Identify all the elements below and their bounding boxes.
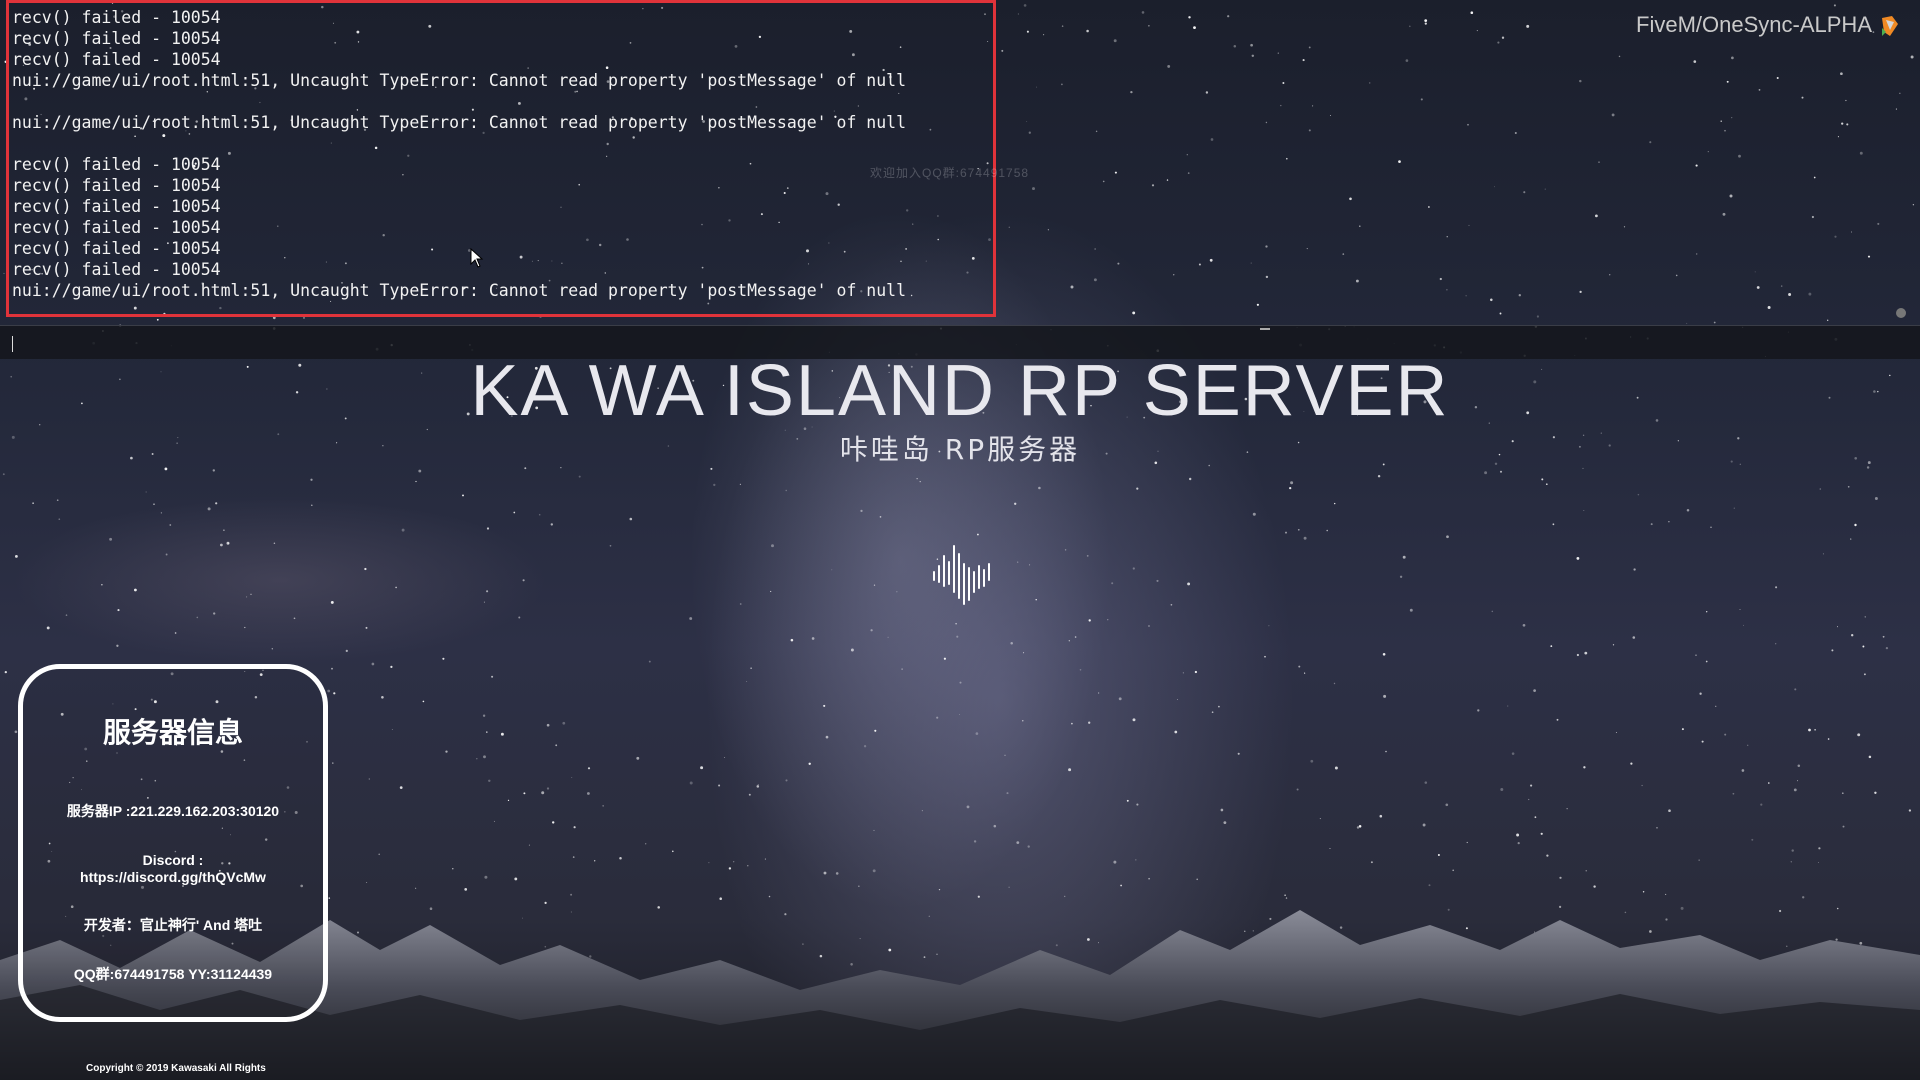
discord-link[interactable]: https://discord.gg/thQVcMw xyxy=(33,869,313,886)
console-line: recv() failed - 10054 xyxy=(12,8,221,27)
audio-wave-icon xyxy=(933,545,990,605)
console-line: recv() failed - 10054 xyxy=(12,155,221,174)
console-scrollbar[interactable] xyxy=(1898,0,1908,318)
server-ip-text: 服务器IP :221.229.162.203:30120 xyxy=(66,803,280,819)
console-line: recv() failed - 10054 xyxy=(12,197,221,216)
developers-text: 开发者：官止神行' And 塔吐 xyxy=(83,917,263,933)
server-title: KA WA ISLAND RP SERVER xyxy=(470,351,1450,431)
contact-text: QQ群:674491758 YY:31124439 xyxy=(73,966,273,982)
build-label: FiveM/OneSync-ALPHA xyxy=(1636,12,1872,37)
console-line: recv() failed - 10054 xyxy=(12,260,221,279)
divider-mark xyxy=(1260,328,1270,330)
server-subtitle: 咔哇岛 RP服务器 xyxy=(839,433,1081,466)
console-scrollbar-thumb[interactable] xyxy=(1896,308,1906,318)
console-line: recv() failed - 10054 xyxy=(12,50,221,69)
mouse-cursor-icon xyxy=(470,248,484,268)
console-log-panel: recv() failed - 10054 recv() failed - 100… xyxy=(6,0,996,317)
console-line: nui://game/ui/root.html:51, Uncaught Typ… xyxy=(12,281,907,300)
console-line: recv() failed - 10054 xyxy=(12,29,221,48)
discord-label: Discord : xyxy=(142,852,204,868)
info-panel-title: 服务器信息 xyxy=(102,716,243,749)
server-info-panel: 服务器信息 服务器IP :221.229.162.203:30120 Disco… xyxy=(18,664,328,1022)
watermark-text: 欢迎加入QQ群:674491758 xyxy=(870,166,1030,180)
console-line: nui://game/ui/root.html:51, Uncaught Typ… xyxy=(12,71,907,90)
console-line: recv() failed - 10054 xyxy=(12,218,221,237)
console-line: recv() failed - 10054 xyxy=(12,239,221,258)
console-line: recv() failed - 10054 xyxy=(12,176,221,195)
copyright-text: Copyright © 2019 Kawasaki All Rights xyxy=(86,1063,266,1074)
console-line: nui://game/ui/root.html:51, Uncaught Typ… xyxy=(12,113,907,132)
